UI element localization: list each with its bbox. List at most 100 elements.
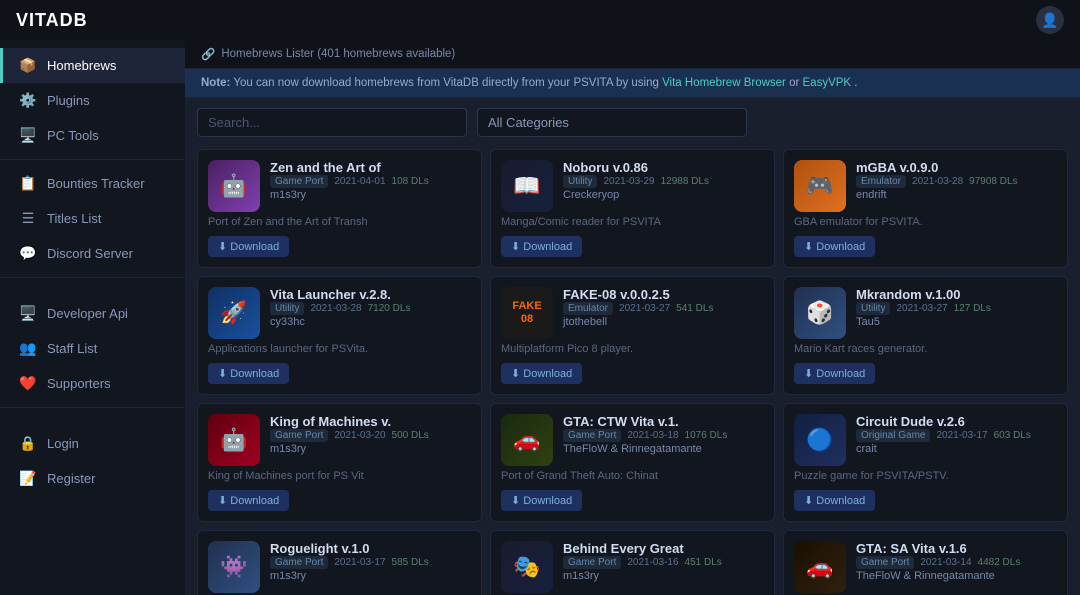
- card-info: Vita Launcher v.2.8. Utility 2021-03-28 …: [270, 287, 471, 328]
- card-dls: 127 DLs: [954, 303, 991, 314]
- card-meta: Game Port 2021-03-17 585 DLs: [270, 556, 471, 569]
- card-top: 🎲 Mkrandom v.1.00 Utility 2021-03-27 127…: [794, 287, 1057, 339]
- card-category: Game Port: [856, 556, 914, 569]
- card-meta: Game Port 2021-03-14 4482 DLs: [856, 556, 1057, 569]
- search-input[interactable]: [197, 108, 467, 137]
- card-thumb: 🚀: [208, 287, 260, 339]
- card-date: 2021-03-29: [603, 176, 654, 187]
- card-9[interactable]: 🔵 Circuit Dude v.2.6 Original Game 2021-…: [783, 403, 1068, 522]
- card-meta: Game Port 2021-03-20 500 DLs: [270, 429, 471, 442]
- sidebar-item-login[interactable]: 🔒 Login: [0, 426, 185, 461]
- titles-icon: ☰: [19, 210, 37, 227]
- card-thumb: 🎮: [794, 160, 846, 212]
- card-1[interactable]: 🤖 Zen and the Art of Game Port 2021-04-0…: [197, 149, 482, 268]
- card-5[interactable]: FAKE 08 FAKE-08 v.0.0.2.5 Emulator 2021-…: [490, 276, 775, 395]
- card-title: Behind Every Great: [563, 541, 764, 556]
- card-11[interactable]: 🎭 Behind Every Great Game Port 2021-03-1…: [490, 530, 775, 595]
- note-text: You can now download homebrews from Vita…: [233, 77, 662, 89]
- sidebar-item-discord[interactable]: 💬 Discord Server: [0, 236, 185, 271]
- card-top: 🔵 Circuit Dude v.2.6 Original Game 2021-…: [794, 414, 1057, 466]
- easyvpk-link[interactable]: EasyVPK: [803, 77, 852, 89]
- card-meta: Original Game 2021-03-17 603 DLs: [856, 429, 1057, 442]
- card-2[interactable]: 📖 Noboru v.0.86 Utility 2021-03-29 12988…: [490, 149, 775, 268]
- sidebar-item-titles[interactable]: ☰ Titles List: [0, 201, 185, 236]
- card-desc: Port of Grand Theft Auto: Chinat: [501, 470, 764, 482]
- card-thumb: 🚗: [794, 541, 846, 593]
- card-dls: 4482 DLs: [978, 557, 1021, 568]
- card-title: King of Machines v.: [270, 414, 471, 429]
- category-select[interactable]: All Categories: [477, 108, 747, 137]
- cards-container: 🤖 Zen and the Art of Game Port 2021-04-0…: [185, 145, 1080, 595]
- card-desc: GBA emulator for PSVITA.: [794, 216, 1057, 228]
- sidebar-item-supporters[interactable]: ❤️ Supporters: [0, 366, 185, 401]
- card-top: 👾 Roguelight v.1.0 Game Port 2021-03-17 …: [208, 541, 471, 593]
- card-6[interactable]: 🎲 Mkrandom v.1.00 Utility 2021-03-27 127…: [783, 276, 1068, 395]
- sidebar-item-bounties[interactable]: 📋 Bounties Tracker: [0, 166, 185, 201]
- sidebar-item-label: Register: [47, 471, 95, 486]
- card-download-button[interactable]: ⬇ Download: [208, 363, 289, 384]
- card-title: GTA: SA Vita v.1.6: [856, 541, 1057, 556]
- discord-icon: 💬: [19, 245, 37, 262]
- card-thumb: 🎭: [501, 541, 553, 593]
- card-7[interactable]: 🤖 King of Machines v. Game Port 2021-03-…: [197, 403, 482, 522]
- card-author: m1s3ry: [270, 189, 471, 201]
- card-top: 🤖 King of Machines v. Game Port 2021-03-…: [208, 414, 471, 466]
- card-dls: 451 DLs: [685, 557, 722, 568]
- sidebar-item-staff[interactable]: 👥 Staff List: [0, 331, 185, 366]
- user-icon[interactable]: 👤: [1036, 6, 1064, 34]
- card-dls: 541 DLs: [676, 303, 713, 314]
- supporters-icon: ❤️: [19, 375, 37, 392]
- card-category: Game Port: [270, 429, 328, 442]
- card-desc: Applications launcher for PSVita.: [208, 343, 471, 355]
- card-info: Zen and the Art of Game Port 2021-04-01 …: [270, 160, 471, 201]
- card-thumb: 🤖: [208, 414, 260, 466]
- sidebar-item-pc-tools[interactable]: 🖥️ PC Tools: [0, 118, 185, 153]
- card-dls: 7120 DLs: [368, 303, 411, 314]
- sidebar-item-label: Titles List: [47, 211, 101, 226]
- card-8[interactable]: 🚗 GTA: CTW Vita v.1. Game Port 2021-03-1…: [490, 403, 775, 522]
- vita-homebrew-browser-link[interactable]: Vita Homebrew Browser: [662, 77, 786, 89]
- card-download-button[interactable]: ⬇ Download: [501, 236, 582, 257]
- sidebar-item-dev-api[interactable]: 🖥️ Developer Api: [0, 296, 185, 331]
- card-category: Utility: [270, 302, 304, 315]
- card-meta: Utility 2021-03-29 12988 DLs: [563, 175, 764, 188]
- card-10[interactable]: 👾 Roguelight v.1.0 Game Port 2021-03-17 …: [197, 530, 482, 595]
- card-4[interactable]: 🚀 Vita Launcher v.2.8. Utility 2021-03-2…: [197, 276, 482, 395]
- card-download-button[interactable]: ⬇ Download: [794, 490, 875, 511]
- card-desc: Manga/Comic reader for PSVITA: [501, 216, 764, 228]
- card-download-button[interactable]: ⬇ Download: [794, 236, 875, 257]
- card-title: mGBA v.0.9.0: [856, 160, 1057, 175]
- card-12[interactable]: 🚗 GTA: SA Vita v.1.6 Game Port 2021-03-1…: [783, 530, 1068, 595]
- card-author: crait: [856, 443, 1057, 455]
- card-thumb: 🤖: [208, 160, 260, 212]
- card-download-button[interactable]: ⬇ Download: [501, 490, 582, 511]
- top-bar: VITADB 👤: [0, 0, 1080, 40]
- sidebar-gap: [0, 284, 185, 296]
- card-dls: 603 DLs: [994, 430, 1031, 441]
- card-meta: Emulator 2021-03-27 541 DLs: [563, 302, 764, 315]
- card-download-button[interactable]: ⬇ Download: [208, 490, 289, 511]
- card-dls: 108 DLs: [392, 176, 429, 187]
- sidebar-item-plugins[interactable]: ⚙️ Plugins: [0, 83, 185, 118]
- note-bar: Note: You can now download homebrews fro…: [185, 69, 1080, 98]
- card-author: endrift: [856, 189, 1057, 201]
- card-author: Tau5: [856, 316, 1057, 328]
- note-middle: or: [789, 77, 802, 89]
- card-download-button[interactable]: ⬇ Download: [208, 236, 289, 257]
- card-top: 🚗 GTA: CTW Vita v.1. Game Port 2021-03-1…: [501, 414, 764, 466]
- card-download-button[interactable]: ⬇ Download: [501, 363, 582, 384]
- card-info: GTA: CTW Vita v.1. Game Port 2021-03-18 …: [563, 414, 764, 455]
- card-info: Circuit Dude v.2.6 Original Game 2021-03…: [856, 414, 1057, 455]
- note-prefix: Note:: [201, 77, 230, 89]
- card-date: 2021-03-27: [896, 303, 947, 314]
- sidebar-item-register[interactable]: 📝 Register: [0, 461, 185, 496]
- card-3[interactable]: 🎮 mGBA v.0.9.0 Emulator 2021-03-28 97908…: [783, 149, 1068, 268]
- pc-tools-icon: 🖥️: [19, 127, 37, 144]
- sidebar-item-homebrews[interactable]: 📦 Homebrews: [0, 48, 185, 83]
- sidebar-divider-2: [0, 277, 185, 278]
- card-date: 2021-03-17: [334, 557, 385, 568]
- card-download-button[interactable]: ⬇ Download: [794, 363, 875, 384]
- card-author: Creckeryop: [563, 189, 764, 201]
- card-date: 2021-04-01: [334, 176, 385, 187]
- card-dls: 1076 DLs: [685, 430, 728, 441]
